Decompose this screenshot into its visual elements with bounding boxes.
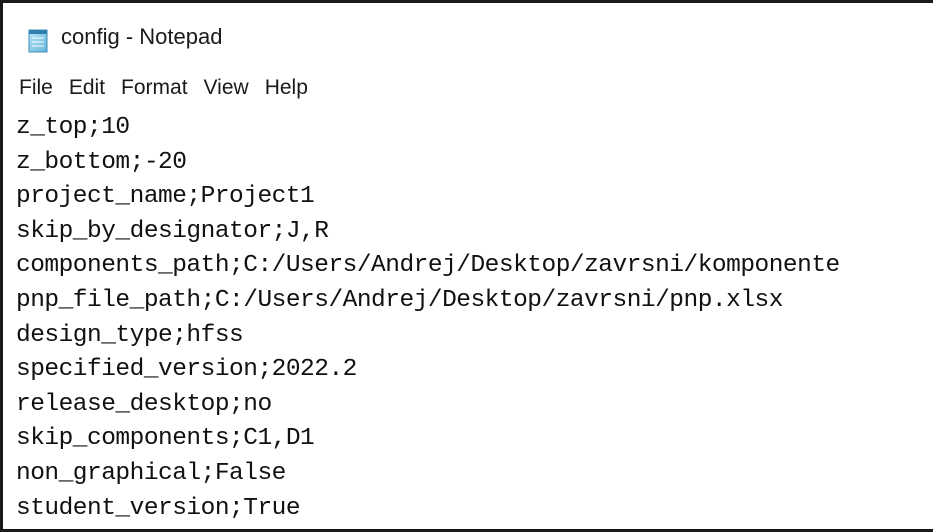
text-line: release_desktop;no [16, 390, 272, 418]
text-line: project_name;Project1 [16, 183, 315, 211]
text-line: skip_by_designator;J,R [16, 217, 329, 245]
text-line: non_graphical;False [16, 459, 286, 487]
text-editor-area[interactable]: z_top;10 z_bottom;-20 project_name;Proje… [3, 111, 933, 529]
text-line: pnp_file_path;C:/Users/Andrej/Desktop/za… [16, 286, 783, 314]
menu-help[interactable]: Help [257, 72, 316, 104]
text-line: components_path;C:/Users/Andrej/Desktop/… [16, 252, 840, 280]
text-line: skip_components;C1,D1 [16, 425, 315, 453]
menu-format[interactable]: Format [113, 72, 196, 104]
text-line: specified_version;2022.2 [16, 356, 357, 384]
title-bar: config - Notepad [3, 3, 933, 65]
text-line: z_bottom;-20 [16, 148, 187, 176]
menu-edit[interactable]: Edit [61, 72, 113, 104]
text-line: design_type;hfss [16, 321, 244, 349]
text-line: z_top;10 [16, 114, 130, 141]
notepad-icon [28, 29, 48, 53]
menu-bar: File Edit Format View Help [3, 66, 933, 110]
menu-view[interactable]: View [196, 72, 257, 104]
window-title: config - Notepad [61, 24, 223, 49]
menu-file[interactable]: File [11, 72, 61, 104]
notepad-window: config - Notepad File Edit Format View H… [0, 0, 933, 532]
text-line: student_version;True [16, 494, 301, 522]
